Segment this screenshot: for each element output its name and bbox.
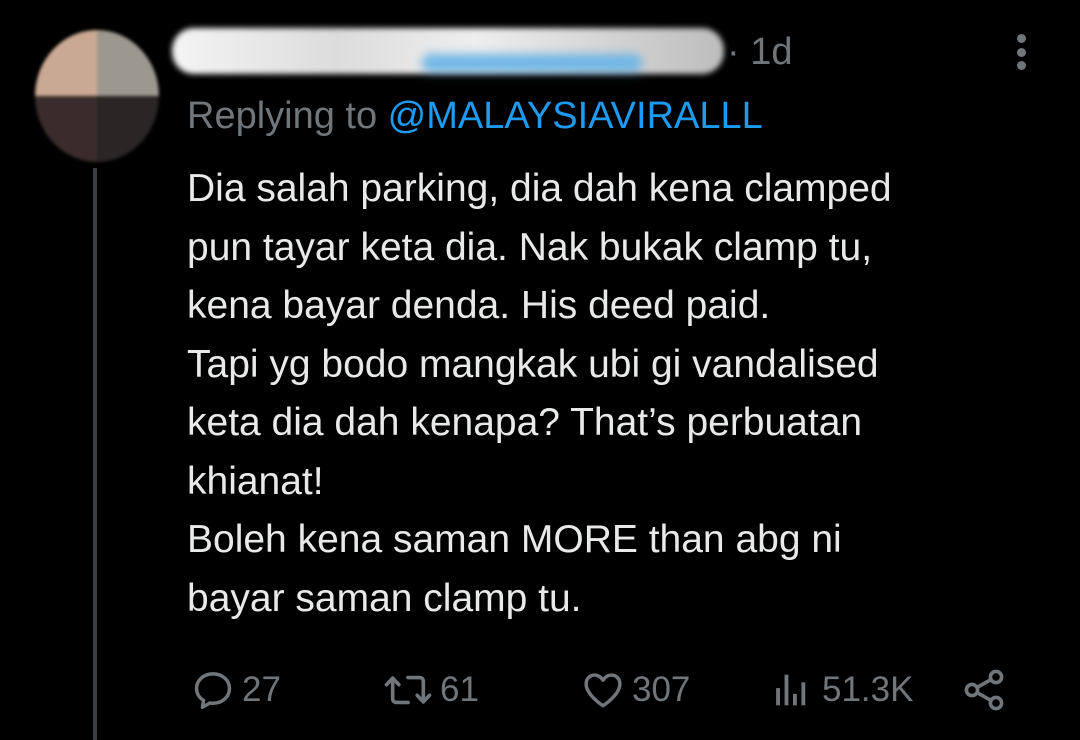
tweet-text-line: kena bayar denda. His deed paid. [187,284,771,327]
retweet-icon [382,667,434,713]
reply-icon [190,667,236,713]
more-options-icon[interactable] [1008,30,1034,74]
tweet[interactable]: · 1d Replying to @MALAYSIAVIRALLL Dia sa… [0,0,1080,740]
heart-icon [580,667,626,713]
tweet-text-line: Tapi yg bodo mangkak ubi gi vandalised [187,342,879,386]
like-count: 307 [632,670,691,709]
reply-button[interactable]: 27 [190,662,281,718]
reply-count: 27 [242,670,281,709]
tweet-text-line: pun tayar keta dia. Nak bukak clamp tu, [187,225,873,269]
timestamp[interactable]: · 1d [727,28,792,76]
views-icon [770,667,816,713]
like-button[interactable]: 307 [580,662,690,718]
share-button[interactable] [960,662,1008,718]
tweet-text-line: Boleh kena saman MORE than abg ni [187,518,842,561]
tweet-text-line: khianat! [187,459,324,503]
replying-handle-link[interactable]: @MALAYSIAVIRALLL [388,95,763,137]
replying-prefix: Replying to [187,95,388,137]
tweet-text: Dia salah parking, dia dah kena clamped … [187,160,1067,628]
views-count: 51.3K [822,670,914,709]
retweet-button[interactable]: 61 [382,662,479,718]
tweet-text-line: keta dia dah kenapa? That’s perbuatan [187,401,863,444]
redacted-author-name[interactable] [172,28,724,74]
share-icon [960,666,1008,714]
tweet-text-line: Dia salah parking, dia dah kena clamped [187,167,892,210]
thread-line [93,168,97,740]
replying-to: Replying to @MALAYSIAVIRALLL [187,92,763,140]
retweet-count: 61 [440,670,479,709]
avatar[interactable] [35,30,159,162]
tweet-text-line: bayar saman clamp tu. [187,576,582,620]
action-bar: 27 61 307 51.3K [0,662,1080,718]
views-button[interactable]: 51.3K [770,662,913,718]
